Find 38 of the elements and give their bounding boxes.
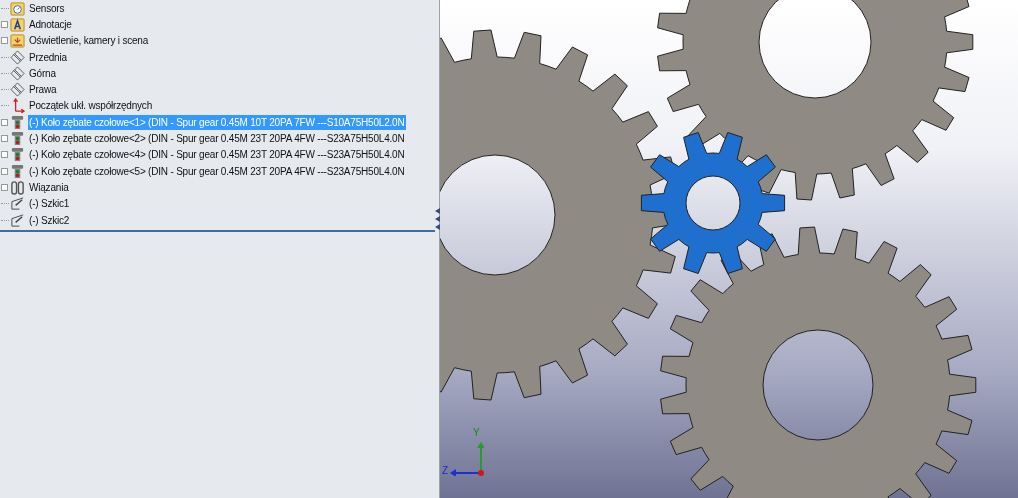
sketch-icon <box>10 212 25 228</box>
plane-icon <box>10 65 25 81</box>
expand-icon[interactable] <box>1 167 8 175</box>
z-axis-label: Z <box>442 466 449 476</box>
plane-icon <box>10 82 25 98</box>
part-icon <box>10 131 25 146</box>
lights-folder-icon <box>10 33 25 49</box>
sketch-icon <box>10 196 25 212</box>
origin-icon <box>10 98 25 114</box>
collapse-arrows-icon[interactable] <box>434 207 440 231</box>
tree-item[interactable]: (-) Koło zębate czołowe<4> (DIN - Spur gear 0.45M 23T 20PA 4FW ---S23A75H50L4.0N <box>28 147 406 163</box>
axis-triad-icon <box>448 440 485 476</box>
part-icon <box>10 147 25 163</box>
expand-icon[interactable] <box>1 183 8 191</box>
tree-item[interactable]: Górna <box>28 65 57 81</box>
tree-item[interactable]: (-) Szkic2 <box>28 212 71 228</box>
mates-icon <box>10 179 25 195</box>
tree-item[interactable]: (-) Koło zębate czołowe<2> (DIN - Spur gear 0.45M 23T 20PA 4FW ---S23A75H50L4.0N <box>28 131 406 146</box>
expand-icon[interactable] <box>1 135 8 142</box>
tree-item[interactable]: (-) Koło zębate czołowe<5> (DIN - Spur gear 0.45M 23T 20PA 4FW ---S23A75H50L4.0N <box>28 163 406 179</box>
expand-icon[interactable] <box>1 151 8 159</box>
sensor-folder-icon <box>10 0 25 16</box>
part-icon <box>10 114 25 130</box>
tree-item[interactable]: Prawa <box>28 82 58 98</box>
expand-icon[interactable] <box>1 37 8 45</box>
tree-item[interactable]: Adnotacje <box>28 16 73 32</box>
y-axis-label: Y <box>473 428 480 438</box>
tree-item[interactable]: Wiązania <box>28 179 70 195</box>
tree-item[interactable]: Początek ukł. współrzędnych <box>28 98 153 114</box>
tree-item[interactable]: (-) Szkic1 <box>28 196 71 212</box>
annotation-folder-icon <box>10 16 25 32</box>
plane-icon <box>10 49 25 65</box>
tree-item[interactable]: Oświetlenie, kamery i scena <box>28 33 150 49</box>
part-icon <box>10 163 25 179</box>
tree-item[interactable]: Przednia <box>28 49 68 65</box>
expand-icon[interactable] <box>1 20 8 28</box>
tree-item[interactable]: Sensors <box>28 0 66 16</box>
expand-icon[interactable] <box>1 118 8 126</box>
